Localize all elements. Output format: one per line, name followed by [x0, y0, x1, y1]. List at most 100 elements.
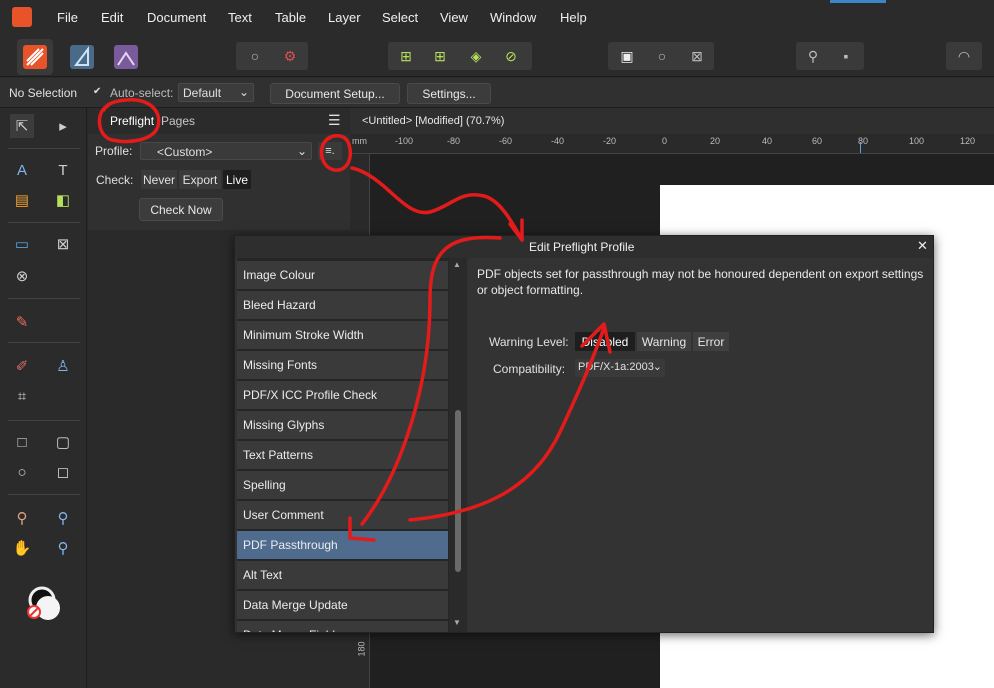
ruler-unit: mm — [352, 136, 367, 146]
list-item[interactable]: Alt Text — [237, 561, 448, 589]
menu-file[interactable]: File — [57, 10, 78, 25]
autoselect-checkbox[interactable]: ✔ — [93, 86, 104, 97]
list-item[interactable]: PDF/X ICC Profile Check — [237, 381, 448, 409]
tab-pages[interactable]: Pages — [161, 114, 195, 128]
menu-edit[interactable]: Edit — [101, 10, 123, 25]
boxed-x-icon[interactable]: ⊠ — [683, 42, 711, 70]
list-item[interactable]: Image Colour — [237, 261, 448, 289]
ruler-label: 60 — [812, 136, 823, 146]
pin-icon[interactable]: ⚲ — [799, 42, 827, 70]
ruler-label: 20 — [710, 136, 721, 146]
warning-error-button[interactable]: Error — [693, 332, 729, 351]
picture-frame-tool-icon[interactable]: ▭ — [10, 232, 34, 256]
check-live-button[interactable]: Live — [223, 170, 251, 189]
scroll-down-icon[interactable]: ▼ — [453, 618, 461, 627]
menu-view[interactable]: View — [440, 10, 468, 25]
chevron-down-icon: ⌄ — [296, 144, 307, 158]
list-item-selected[interactable]: PDF Passthrough — [237, 531, 448, 559]
hand-tool-icon[interactable]: ✋ — [10, 536, 34, 560]
designer-persona-button[interactable] — [64, 39, 100, 75]
crop-tool-icon[interactable]: ⌗ — [10, 384, 34, 408]
publisher-persona-button[interactable] — [17, 39, 53, 75]
node-tool-icon[interactable]: ▸ — [51, 114, 75, 138]
preflight-gear-icon[interactable]: ⚙ — [276, 42, 304, 70]
pin-table-icon[interactable]: ◧ — [51, 188, 75, 212]
affinity-publisher-logo[interactable] — [12, 7, 32, 27]
tool-divider — [8, 420, 80, 421]
ruler-label: 0 — [662, 136, 668, 146]
menu-table[interactable]: Table — [275, 10, 306, 25]
panel-menu-icon[interactable]: ☰ — [328, 112, 341, 129]
close-icon[interactable]: ✕ — [917, 238, 928, 254]
frame-link-icon[interactable]: ◈ — [462, 42, 490, 70]
link-icon[interactable]: ⊘ — [497, 42, 525, 70]
menu-window[interactable]: Window — [490, 10, 536, 25]
menu-layer[interactable]: Layer — [328, 10, 361, 25]
selection-status: No Selection — [9, 86, 78, 100]
vruler-label: 180 — [356, 641, 367, 657]
horizontal-ruler[interactable]: mm -100 -80 -60 -40 -20 0 20 40 60 80 10… — [350, 134, 994, 154]
tool-divider — [8, 148, 80, 149]
warning-disabled-button[interactable]: Disabled — [575, 332, 635, 351]
move-tool-icon[interactable]: ⇱ — [10, 114, 34, 138]
color-swatch-widget[interactable] — [20, 578, 66, 624]
settings-button[interactable]: Settings... — [407, 83, 491, 104]
pen-tool-icon[interactable]: ✎ — [10, 310, 34, 334]
shape-tool-icon[interactable]: ◻ — [51, 460, 75, 484]
compatibility-dropdown[interactable]: PDF/X-1a:2003 ⌄ — [575, 359, 665, 377]
eye-icon[interactable]: ◠ — [950, 42, 978, 70]
scroll-up-icon[interactable]: ▲ — [453, 260, 461, 269]
edit-preflight-profile-dialog: Edit Preflight Profile ✕ Image Colour Bl… — [234, 235, 934, 633]
rectangle-tool-icon[interactable]: □ — [10, 430, 34, 454]
warning-warning-button[interactable]: Warning — [637, 332, 691, 351]
page-preview-icon[interactable]: ▣ — [613, 42, 641, 70]
chevron-down-icon: ⌄ — [652, 361, 662, 373]
menu-help[interactable]: Help — [560, 10, 587, 25]
ruler-label: -60 — [499, 136, 513, 146]
list-item[interactable]: Text Patterns — [237, 441, 448, 469]
list-item[interactable]: User Comment — [237, 501, 448, 529]
fill-tool-icon[interactable]: ♙ — [51, 354, 75, 378]
document-tab[interactable]: <Untitled> [Modified] (70.7%) — [350, 108, 994, 134]
list-item[interactable]: Missing Fonts — [237, 351, 448, 379]
menu-text[interactable]: Text — [228, 10, 252, 25]
list-item[interactable]: Spelling — [237, 471, 448, 499]
color-picker-tool-icon[interactable]: ⚲ — [10, 506, 34, 530]
ellipse-frame-tool-icon[interactable]: ⊗ — [10, 264, 34, 288]
eyedropper-tool-icon[interactable]: ⚲ — [51, 506, 75, 530]
list-item[interactable]: Missing Glyphs — [237, 411, 448, 439]
table-tool-icon[interactable]: ▤ — [10, 188, 34, 212]
artistic-text-tool-icon[interactable]: T — [51, 158, 75, 182]
grid-icon[interactable]: ⊞ — [426, 42, 454, 70]
ruler-label: 100 — [909, 136, 925, 146]
square-icon[interactable]: ▪ — [832, 42, 860, 70]
check-now-button[interactable]: Check Now — [139, 198, 223, 221]
dialog-title: Edit Preflight Profile — [529, 240, 635, 254]
list-item[interactable]: Bleed Hazard — [237, 291, 448, 319]
autoselect-dropdown[interactable]: Default ⌄ — [178, 83, 254, 102]
profile-dropdown[interactable]: <Custom> ⌄ — [140, 142, 312, 160]
list-item[interactable]: Minimum Stroke Width — [237, 321, 448, 349]
list-item[interactable]: Data Merge Update — [237, 591, 448, 619]
zoom-tool-icon[interactable]: ⚲ — [51, 536, 75, 560]
check-detail-pane: PDF objects set for passthrough may not … — [469, 258, 933, 632]
rounded-rectangle-tool-icon[interactable]: ▢ — [51, 430, 75, 454]
check-never-button[interactable]: Never — [141, 170, 177, 189]
scrollbar-thumb[interactable] — [455, 410, 461, 572]
document-setup-button[interactable]: Document Setup... — [270, 83, 400, 104]
pencil-tool-icon[interactable]: ✐ — [10, 354, 34, 378]
frame-text-tool-icon[interactable]: A — [10, 158, 34, 182]
circle-icon[interactable]: ○ — [241, 42, 269, 70]
profile-menu-button[interactable]: ≡. — [318, 142, 342, 160]
menu-select[interactable]: Select — [382, 10, 418, 25]
grid-select-icon[interactable]: ⊞ — [392, 42, 420, 70]
list-scrollbar[interactable]: ▲ ▼ — [449, 258, 467, 632]
rect-frame-tool-icon[interactable]: ⊠ — [51, 232, 75, 256]
tab-preflight[interactable]: Preflight — [110, 114, 154, 128]
check-export-button[interactable]: Export — [179, 170, 221, 189]
list-item[interactable]: Data Merge Fields — [237, 621, 448, 632]
photo-persona-button[interactable] — [108, 39, 144, 75]
ellipse-tool-icon[interactable]: ○ — [10, 460, 34, 484]
circle-outline-icon[interactable]: ○ — [648, 42, 676, 70]
menu-document[interactable]: Document — [147, 10, 206, 25]
